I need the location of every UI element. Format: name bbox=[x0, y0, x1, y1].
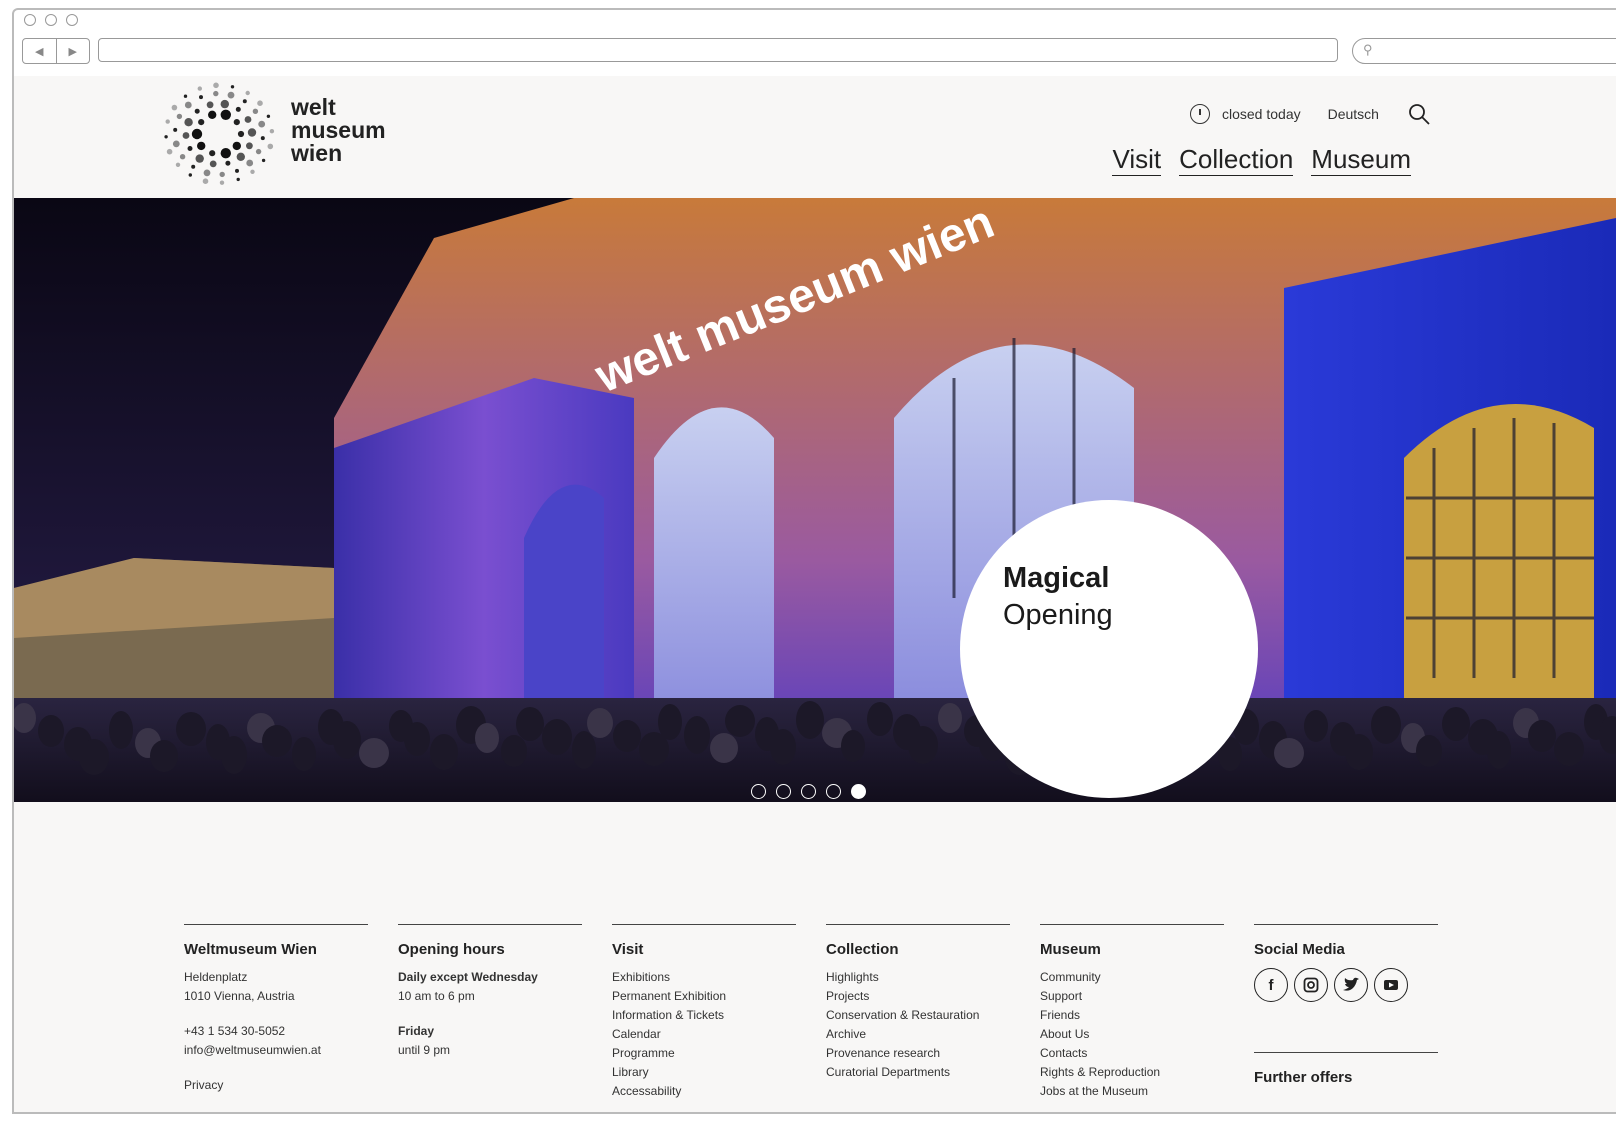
close-window-icon[interactable] bbox=[24, 14, 36, 26]
footer-collection-title: Collection bbox=[826, 941, 899, 958]
address-line: 1010 Vienna, Austria bbox=[184, 989, 295, 1003]
maximize-window-icon[interactable] bbox=[66, 14, 78, 26]
slide-dot[interactable] bbox=[851, 784, 866, 799]
logo-line-wien: wien bbox=[291, 140, 343, 166]
footer-link[interactable]: Information & Tickets bbox=[612, 1006, 796, 1025]
footer-link[interactable]: Permanent Exhibition bbox=[612, 987, 796, 1006]
footer-hours-title: Opening hours bbox=[398, 941, 505, 958]
address-line: Heldenplatz bbox=[184, 970, 248, 984]
footer-visit-links: Exhibitions Permanent Exhibition Informati… bbox=[612, 968, 796, 1101]
further-offers-title: Further offers bbox=[1254, 1069, 1353, 1086]
opening-status[interactable]: closed today bbox=[1222, 106, 1301, 122]
footer-link[interactable]: Programme bbox=[612, 1044, 796, 1063]
footer-link[interactable]: Contacts bbox=[1040, 1044, 1224, 1063]
facebook-icon[interactable]: f bbox=[1254, 968, 1288, 1002]
footer-link[interactable]: About Us bbox=[1040, 1025, 1224, 1044]
footer-link[interactable]: Conservation & Restauration bbox=[826, 1006, 1010, 1025]
window-controls bbox=[24, 14, 78, 26]
hours-time: 10 am to 6 pm bbox=[398, 989, 475, 1003]
footer-link[interactable]: Community bbox=[1040, 968, 1224, 987]
footer-about-title: Weltmuseum Wien bbox=[184, 941, 317, 958]
browser-search-field[interactable]: ⚲ bbox=[1352, 38, 1616, 64]
slide-subtitle: Opening bbox=[1003, 599, 1113, 631]
footer-collection-links: Highlights Projects Conservation & Restaur… bbox=[826, 968, 1010, 1082]
page: welt museum wien closed today Deutsch Vi… bbox=[14, 76, 1616, 1112]
footer-link[interactable]: Projects bbox=[826, 987, 1010, 1006]
logo-dots-icon bbox=[164, 82, 275, 185]
further-offers: Further offers bbox=[1254, 1052, 1438, 1086]
search-icon[interactable] bbox=[1407, 102, 1431, 126]
footer-social-title: Social Media bbox=[1254, 941, 1345, 958]
slide-caption[interactable]: Magical Opening bbox=[960, 500, 1258, 798]
footer-col-visit: Visit Exhibitions Permanent Exhibition Inf… bbox=[612, 924, 796, 1101]
slide-title: Magical bbox=[1003, 562, 1110, 594]
hero-image: welt museum wien bbox=[14, 198, 1616, 802]
back-arrow-icon[interactable]: ◀ bbox=[23, 39, 57, 63]
nav-museum[interactable]: Museum bbox=[1311, 144, 1411, 176]
footer-col-social: Social Media f Further offers bbox=[1254, 924, 1438, 1086]
footer-col-collection: Collection Highlights Projects Conservatio… bbox=[826, 924, 1010, 1082]
search-icon: ⚲ bbox=[1363, 42, 1373, 57]
utility-bar: closed today Deutsch bbox=[1190, 102, 1431, 126]
slide-dot[interactable] bbox=[751, 784, 766, 799]
hero-slider[interactable]: welt museum wien Magical Opening bbox=[14, 198, 1616, 802]
hours-time: until 9 pm bbox=[398, 1043, 451, 1057]
slide-dot[interactable] bbox=[776, 784, 791, 799]
footer-link[interactable]: Support bbox=[1040, 987, 1224, 1006]
phone-number[interactable]: +43 1 534 30-5052 bbox=[184, 1022, 368, 1041]
slide-dot[interactable] bbox=[801, 784, 816, 799]
social-icons: f bbox=[1254, 968, 1438, 1002]
forward-arrow-icon[interactable]: ▶ bbox=[57, 39, 90, 63]
footer-link[interactable]: Jobs at the Museum bbox=[1040, 1082, 1224, 1101]
footer-museum-links: Community Support Friends About Us Contacts R… bbox=[1040, 968, 1224, 1101]
instagram-icon[interactable] bbox=[1294, 968, 1328, 1002]
slide-dot[interactable] bbox=[826, 784, 841, 799]
privacy-link[interactable]: Privacy bbox=[184, 1076, 368, 1095]
footer-link[interactable]: Friends bbox=[1040, 1006, 1224, 1025]
footer-visit-title: Visit bbox=[612, 941, 644, 958]
language-switch[interactable]: Deutsch bbox=[1328, 106, 1379, 122]
footer-col-hours: Opening hours Daily except Wednesday 10 … bbox=[398, 924, 582, 1060]
footer-col-museum: Museum Community Support Friends About Us Co… bbox=[1040, 924, 1224, 1101]
footer-link[interactable]: Provenance research bbox=[826, 1044, 1010, 1063]
youtube-icon[interactable] bbox=[1374, 968, 1408, 1002]
footer-museum-title: Museum bbox=[1040, 941, 1101, 958]
footer-col-about: Weltmuseum Wien Heldenplatz 1010 Vienna,… bbox=[184, 924, 368, 1095]
logo-wordmark: welt museum wien bbox=[291, 96, 386, 165]
footer-link[interactable]: Calendar bbox=[612, 1025, 796, 1044]
logo-line-welt: welt bbox=[291, 94, 336, 120]
footer-link[interactable]: Rights & Reproduction bbox=[1040, 1063, 1224, 1082]
email-link[interactable]: info@weltmuseumwien.at bbox=[184, 1041, 368, 1060]
browser-window-chrome: ◀ ▶ ⚲ bbox=[12, 8, 1616, 76]
site-logo[interactable]: welt museum wien bbox=[159, 82, 389, 192]
footer-link[interactable]: Archive bbox=[826, 1025, 1010, 1044]
history-buttons: ◀ ▶ bbox=[22, 38, 90, 64]
footer-link[interactable]: Library bbox=[612, 1063, 796, 1082]
footer-link[interactable]: Accessability bbox=[612, 1082, 796, 1101]
footer-link[interactable]: Highlights bbox=[826, 968, 1010, 987]
nav-visit[interactable]: Visit bbox=[1112, 144, 1162, 176]
clock-icon bbox=[1190, 104, 1210, 124]
slide-pager bbox=[751, 784, 866, 799]
nav-collection[interactable]: Collection bbox=[1179, 144, 1294, 176]
address-bar[interactable] bbox=[98, 38, 1338, 62]
main-navigation: Visit Collection Museum bbox=[1112, 144, 1411, 176]
hours-label: Friday bbox=[398, 1024, 435, 1038]
minimize-window-icon[interactable] bbox=[45, 14, 57, 26]
footer-link[interactable]: Curatorial Departments bbox=[826, 1063, 1010, 1082]
hours-label: Daily except Wednesday bbox=[398, 970, 538, 984]
twitter-icon[interactable] bbox=[1334, 968, 1368, 1002]
logo-line-museum: museum bbox=[291, 117, 386, 143]
footer-link[interactable]: Exhibitions bbox=[612, 968, 796, 987]
